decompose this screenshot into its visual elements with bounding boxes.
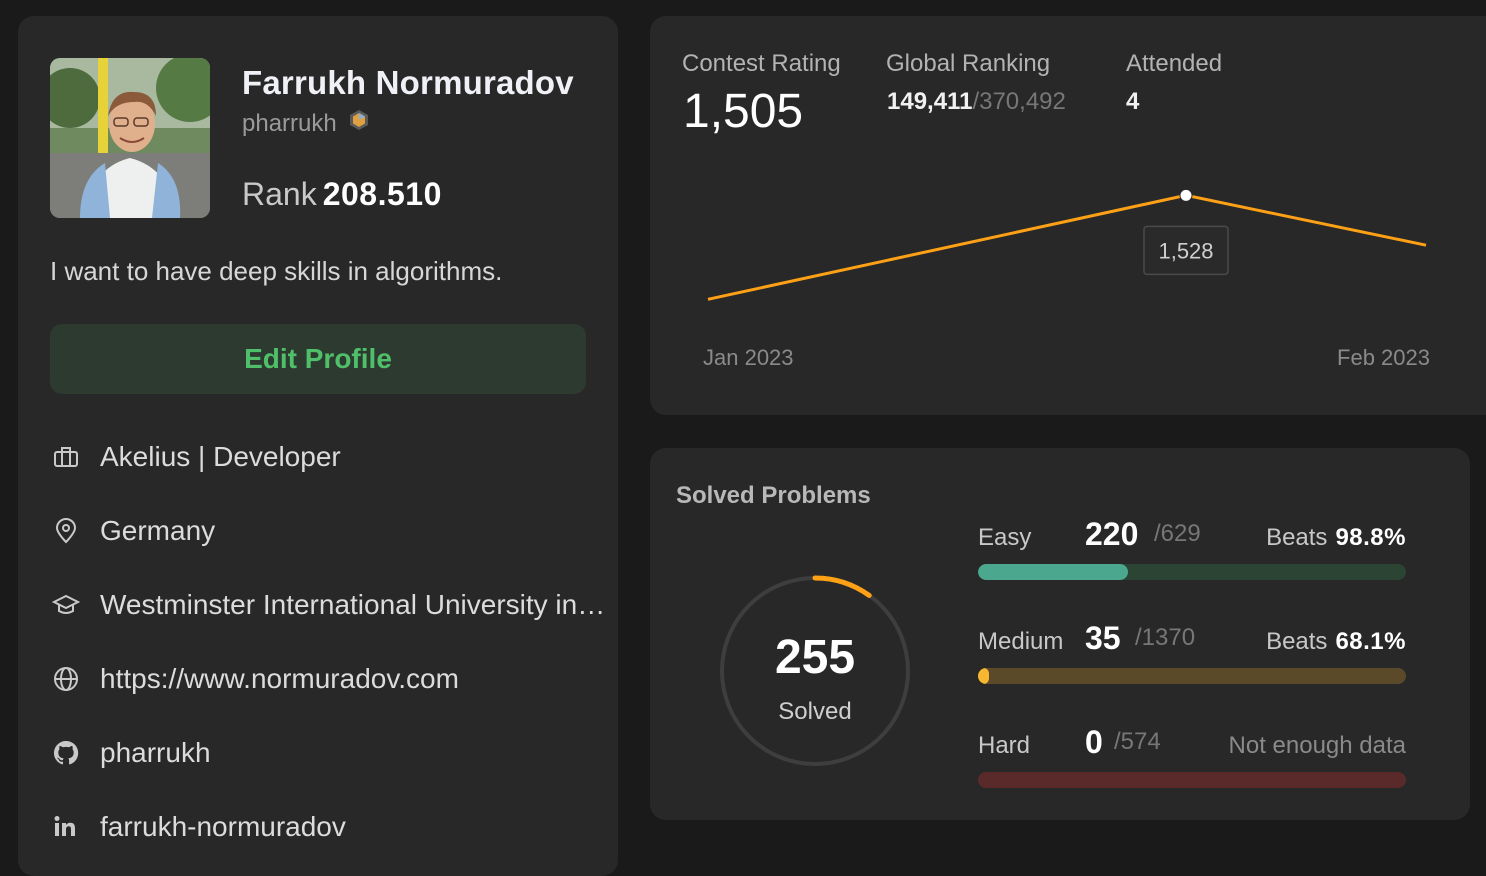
easy-beats: Beats 98.8% xyxy=(1266,524,1406,552)
edit-profile-button[interactable]: Edit Profile xyxy=(50,324,586,394)
medium-beats-label: Beats xyxy=(1266,628,1328,655)
info-item-linkedin: farrukh-normuradov xyxy=(50,790,610,864)
hard-progress-bar xyxy=(978,772,1406,788)
solved-title: Solved Problems xyxy=(676,482,871,509)
briefcase-icon xyxy=(50,441,82,473)
profile-card: Farrukh Normuradov pharrukh Rank 208.510 … xyxy=(18,16,618,876)
easy-beats-label: Beats xyxy=(1266,524,1328,551)
username-row: pharrukh xyxy=(242,108,371,139)
solved-total-label: Solved xyxy=(778,698,852,725)
contest-card: Contest Rating 1,505 Global Ranking 149,… xyxy=(650,16,1486,415)
hard-total: /574 xyxy=(1114,728,1161,755)
linkedin-icon xyxy=(50,811,82,843)
info-list: Akelius | Developer Germany Westminster … xyxy=(50,420,610,864)
globe-icon xyxy=(50,663,82,695)
rating-line xyxy=(707,193,1427,301)
info-item-website: https://www.normuradov.com xyxy=(50,642,610,716)
medium-progress-bar xyxy=(978,668,1406,684)
education-text: Westminster International University in … xyxy=(100,589,610,620)
graduation-cap-icon xyxy=(50,589,82,621)
hard-beats: Not enough data xyxy=(1228,732,1406,759)
hard-solved: 0 xyxy=(1085,724,1103,760)
medium-label: Medium xyxy=(978,628,1064,655)
profile-name: Farrukh Normuradov xyxy=(242,64,574,101)
hard-label: Hard xyxy=(978,732,1031,759)
info-item-github: pharrukh xyxy=(50,716,610,790)
rank-row: Rank 208.510 xyxy=(242,176,442,213)
badge-icon[interactable] xyxy=(347,108,371,139)
easy-solved: 220 xyxy=(1085,516,1139,552)
difficulty-medium[interactable]: Medium 35 /1370 Beats 68.1% xyxy=(978,620,1406,708)
ring-progress-arc xyxy=(812,575,872,598)
medium-beats: Beats 68.1% xyxy=(1266,628,1406,656)
linkedin-link[interactable]: farrukh-normuradov xyxy=(100,811,610,843)
rating-chart[interactable]: 1,528 Jan 2023 Feb 2023 xyxy=(650,16,1486,396)
github-link[interactable]: pharrukh xyxy=(100,737,610,769)
medium-solved: 35 xyxy=(1085,620,1121,656)
difficulty-easy[interactable]: Easy 220 /629 Beats 98.8% xyxy=(978,516,1406,604)
medium-total: /1370 xyxy=(1135,624,1196,651)
solved-problems-card: Solved Problems 255 Solved Easy 220 /629… xyxy=(650,448,1470,820)
x-axis-tick-label: Jan 2023 xyxy=(703,345,794,370)
website-link[interactable]: https://www.normuradov.com xyxy=(100,663,610,695)
avatar[interactable] xyxy=(50,58,210,218)
easy-beats-value: 98.8% xyxy=(1335,524,1406,551)
username: pharrukh xyxy=(242,109,337,137)
medium-beats-value: 68.1% xyxy=(1335,628,1406,655)
rating-point[interactable] xyxy=(1179,188,1193,202)
location-pin-icon xyxy=(50,515,82,547)
x-axis-tick-label: Feb 2023 xyxy=(1337,345,1430,370)
easy-progress-bar xyxy=(978,564,1406,580)
easy-total: /629 xyxy=(1154,520,1201,547)
github-icon xyxy=(50,737,82,769)
medium-progress-fill xyxy=(978,668,990,684)
location-text: Germany xyxy=(100,515,216,546)
difficulty-hard[interactable]: Hard 0 /574 Not enough data xyxy=(978,724,1406,812)
info-item-education: Westminster International University in … xyxy=(50,568,610,642)
easy-progress-fill xyxy=(978,564,1128,580)
solved-total: 255 xyxy=(774,631,856,684)
bio: I want to have deep skills in algorithms… xyxy=(50,256,503,286)
easy-label: Easy xyxy=(978,524,1032,551)
rating-tooltip-text: 1,528 xyxy=(1158,238,1213,263)
info-item-location: Germany xyxy=(50,494,610,568)
rank-label: Rank xyxy=(242,176,317,212)
rank-value: 208.510 xyxy=(322,176,442,212)
work-text: Akelius | Developer xyxy=(100,441,341,472)
info-item-work: Akelius | Developer xyxy=(50,420,610,494)
